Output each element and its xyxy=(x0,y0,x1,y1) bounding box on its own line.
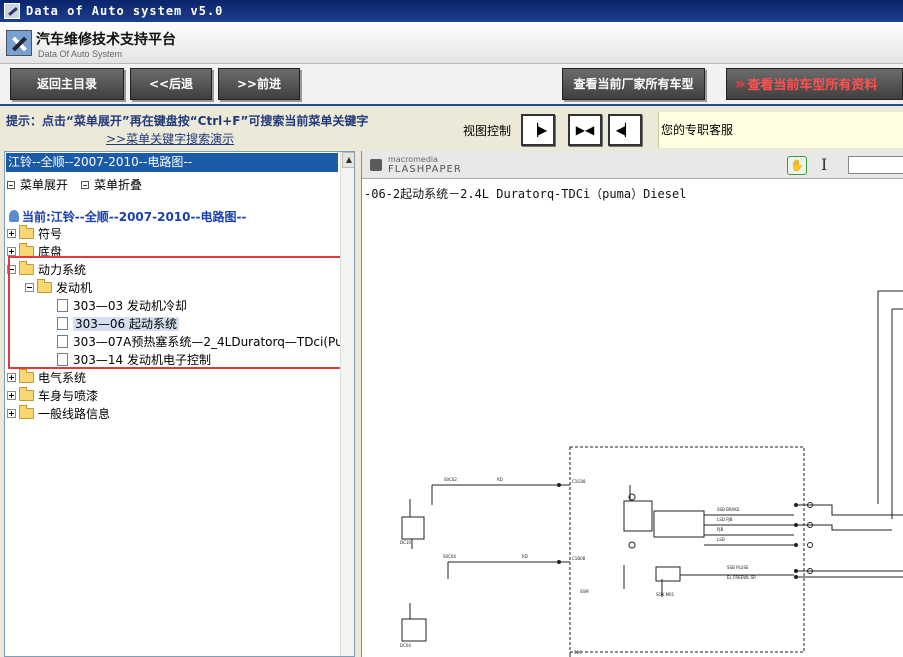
app-subtitle: Data Of Auto System xyxy=(38,49,123,59)
scroll-up-icon[interactable]: ▲ xyxy=(342,152,354,168)
expand-toggle-icon[interactable] xyxy=(7,247,16,256)
expand-toggle-icon[interactable] xyxy=(7,391,16,400)
menu-collapse-button[interactable]: 菜单折叠 xyxy=(81,176,142,193)
svg-text:C1G08: C1G08 xyxy=(572,479,586,484)
tree-label: 一般线路信息 xyxy=(38,407,111,421)
hint-bar: 提示：点击“菜单展开”再在键盘按“Ctrl+F”可搜索当前菜单关键字 >>菜单关… xyxy=(0,108,903,150)
svg-text:RD: RD xyxy=(522,554,528,559)
expand-toggle-icon[interactable] xyxy=(7,373,16,382)
collapse-square-icon xyxy=(81,181,89,189)
folder-icon xyxy=(19,387,34,401)
app-title: 汽车维修技术支持平台 xyxy=(36,32,176,48)
svg-text:RD: RD xyxy=(497,477,503,482)
sidebar-title: 江铃--全顺--2007-2010--电路图-- xyxy=(6,153,338,172)
app-header: 汽车维修技术支持平台 Data Of Auto System xyxy=(0,22,903,64)
svg-text:S0C02: S0C02 xyxy=(444,477,457,482)
svg-text:LSD: LSD xyxy=(717,537,725,542)
folder-icon xyxy=(19,225,34,239)
flashpaper-brand-bottom: FLASHPAPER xyxy=(388,164,462,175)
all-data-button[interactable]: » 查看当前车型所有资料 xyxy=(726,68,903,100)
back-button[interactable]: <<后退 xyxy=(130,68,212,100)
expert-service[interactable]: 您的专职客服 xyxy=(658,112,903,148)
svg-text:DC10: DC10 xyxy=(400,540,411,545)
location-icon xyxy=(9,210,19,222)
view-control-label: 视图控制 xyxy=(463,124,512,138)
view-center-button[interactable]: ▶◀ xyxy=(568,114,602,146)
search-demo-link[interactable]: >>菜单关键字搜索演示 xyxy=(106,130,234,147)
menu-sidebar: 江铃--全顺--2007-2010--电路图-- 菜单展开 菜单折叠 当前:江铃… xyxy=(4,151,355,657)
page-input[interactable] xyxy=(848,156,903,174)
svg-text:SSB PLUSE: SSB PLUSE xyxy=(727,565,749,570)
menu-expand-button[interactable]: 菜单展开 xyxy=(7,176,68,193)
svg-text:SSB BRAKE: SSB BRAKE xyxy=(717,507,740,512)
expand-toggle-icon[interactable] xyxy=(7,229,16,238)
tree-item-symbols[interactable]: 符号 xyxy=(7,225,62,243)
tree-item-electrical[interactable]: 电气系统 xyxy=(7,369,86,387)
tree-label: 符号 xyxy=(38,227,63,241)
svg-text:S0C: S0C xyxy=(574,650,582,655)
title-bar: Data of Auto system v5.0 xyxy=(0,0,903,22)
tree-label: 电气系统 xyxy=(38,371,87,385)
app-window: Data of Auto system v5.0 汽车维修技术支持平台 Data… xyxy=(0,0,903,657)
expand-square-icon xyxy=(7,181,15,189)
double-chevron-icon: » xyxy=(735,74,746,93)
svg-text:C1B08: C1B08 xyxy=(572,556,586,561)
folder-icon xyxy=(19,369,34,383)
all-data-label: 查看当前车型所有资料 xyxy=(747,78,878,93)
all-models-button[interactable]: 查看当前厂家所有车型 xyxy=(562,68,705,100)
svg-text:SSM: SSM xyxy=(580,589,589,594)
flashpaper-logo-icon xyxy=(370,159,382,171)
flashpaper-brand-top: macromedia xyxy=(388,155,439,164)
wiring-diagram: S0C02 RD C1G08 S0C04 RD C1B08 DC10 DC04 … xyxy=(400,290,903,657)
highlight-box xyxy=(8,256,354,369)
tree-item-body[interactable]: 车身与喷漆 xyxy=(7,387,98,405)
folder-icon xyxy=(19,405,34,419)
tree-label: 车身与喷漆 xyxy=(38,389,99,403)
sidebar-scrollbar[interactable]: ▲ xyxy=(340,152,354,656)
nav-toolbar: 返回主目录 <<后退 >>前进 查看当前厂家所有车型 » 查看当前车型所有资料 xyxy=(0,64,903,106)
view-expand-right-button[interactable]: ▕▶ xyxy=(521,114,555,146)
svg-text:SOK M01: SOK M01 xyxy=(656,592,675,597)
svg-text:LSD PJB: LSD PJB xyxy=(717,517,733,522)
hint-text: 提示：点击“菜单展开”再在键盘按“Ctrl+F”可搜索当前菜单关键字 xyxy=(6,114,369,128)
svg-text:DC04: DC04 xyxy=(400,643,411,648)
flashpaper-toolbar: macromedia FLASHPAPER ✋ I xyxy=(362,151,903,179)
current-path-text: 当前:江铃--全顺--2007-2010--电路图-- xyxy=(22,210,247,224)
menu-collapse-label: 菜单折叠 xyxy=(94,178,143,192)
svg-text:PJB: PJB xyxy=(717,527,724,532)
view-expand-left-button[interactable]: ◀▏ xyxy=(608,114,642,146)
current-path: 当前:江铃--全顺--2007-2010--电路图-- xyxy=(9,208,246,225)
expand-toggle-icon[interactable] xyxy=(7,409,16,418)
app-icon xyxy=(4,3,20,19)
menu-expand-label: 菜单展开 xyxy=(20,178,69,192)
back-to-main-button[interactable]: 返回主目录 xyxy=(10,68,124,100)
wrench-logo-icon xyxy=(6,30,32,56)
hand-tool-icon[interactable]: ✋ xyxy=(787,156,807,175)
window-title: Data of Auto system v5.0 xyxy=(26,4,224,18)
document-viewer: macromedia FLASHPAPER ✋ I -06-2起动系统－2.4L… xyxy=(361,151,903,657)
tree-item-general[interactable]: 一般线路信息 xyxy=(7,405,110,423)
svg-text:EL FREEWL SR: EL FREEWL SR xyxy=(727,575,756,580)
forward-button[interactable]: >>前进 xyxy=(218,68,300,100)
svg-text:S0C04: S0C04 xyxy=(443,554,456,559)
text-select-icon[interactable]: I xyxy=(821,155,827,174)
